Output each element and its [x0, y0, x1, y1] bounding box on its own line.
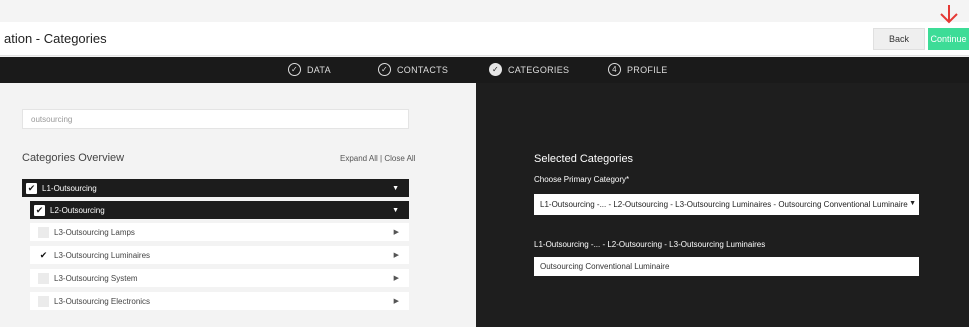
checkbox-icon[interactable] [38, 272, 49, 284]
tree-row-label: L1-Outsourcing [42, 183, 97, 193]
dropdown-caret-icon: ▼ [909, 200, 916, 207]
tree-row-label: L2-Outsourcing [50, 205, 105, 215]
checkbox-checked-icon[interactable]: ✔ [34, 204, 45, 216]
continue-button[interactable]: Continue [928, 28, 969, 50]
wizard-steps: ✓ DATA ✓ CONTACTS ✓ CATEGORIES 4 PROFILE [0, 57, 969, 83]
step-profile[interactable]: 4 PROFILE [608, 63, 668, 76]
categories-overview-title: Categories Overview [22, 152, 125, 164]
checkmark-icon[interactable]: ✔ [38, 250, 49, 261]
primary-category-value: L1-Outsourcing -... - L2-Outsourcing - L… [540, 200, 908, 209]
check-circle-filled-icon: ✓ [489, 63, 502, 76]
tree-row-l3[interactable]: L3-Outsourcing System ▶ [30, 269, 409, 287]
check-circle-icon: ✓ [378, 63, 391, 76]
tree-row-l1[interactable]: ✔ L1-Outsourcing ▼ [22, 179, 409, 197]
step-label: DATA [307, 64, 331, 75]
category-search-input[interactable] [22, 109, 409, 129]
step-label: PROFILE [627, 64, 668, 75]
tree-row-label: L3-Outsourcing Lamps [54, 227, 135, 237]
tree-row-label: L3-Outsourcing Electronics [54, 296, 151, 306]
selected-category-field[interactable]: Outsourcing Conventional Luminaire [534, 257, 919, 276]
red-arrow-annotation-icon [940, 5, 958, 24]
step-label: CATEGORIES [508, 64, 570, 75]
tree-row-label: L3-Outsourcing Luminaires [54, 250, 151, 260]
step-contacts[interactable]: ✓ CONTACTS [378, 63, 448, 76]
step-label: CONTACTS [397, 64, 449, 75]
top-strip [0, 0, 969, 22]
checkbox-icon[interactable] [38, 295, 49, 307]
back-button[interactable]: Back [873, 28, 925, 50]
tree-row-l3[interactable]: L3-Outsourcing Lamps ▶ [30, 223, 409, 241]
step-categories[interactable]: ✓ CATEGORIES [489, 63, 569, 76]
tree-row-l3[interactable]: ✔ L3-Outsourcing Luminaires ▶ [30, 246, 409, 264]
selected-categories-panel: Selected Categories Choose Primary Categ… [476, 83, 969, 327]
step-data[interactable]: ✓ DATA [288, 63, 331, 76]
selected-categories-title: Selected Categories [534, 153, 634, 165]
tree-row-label: L3-Outsourcing System [54, 273, 138, 283]
page-header: ation - Categories Back Continue [0, 22, 969, 56]
check-circle-icon: ✓ [288, 63, 301, 76]
tree-row-l3[interactable]: L3-Outsourcing Electronics ▶ [30, 292, 409, 310]
page-title: ation - Categories [4, 31, 107, 46]
checkbox-icon[interactable] [38, 226, 49, 238]
caret-right-icon[interactable]: ▶ [394, 274, 399, 282]
checkbox-checked-icon[interactable]: ✔ [26, 182, 37, 194]
category-path-label: L1-Outsourcing -... - L2-Outsourcing - L… [534, 240, 766, 249]
tree-row-l2[interactable]: ✔ L2-Outsourcing ▼ [30, 201, 409, 219]
number-circle-icon: 4 [608, 63, 621, 76]
caret-right-icon[interactable]: ▶ [394, 251, 399, 259]
caret-down-icon[interactable]: ▼ [392, 185, 399, 192]
caret-down-icon[interactable]: ▼ [392, 207, 399, 214]
expand-close-links: Expand All | Close All [340, 154, 415, 163]
caret-right-icon[interactable]: ▶ [394, 228, 399, 236]
close-all-link[interactable]: Close All [384, 154, 415, 163]
categories-left-panel: Categories Overview Expand All | Close A… [0, 83, 476, 327]
caret-right-icon[interactable]: ▶ [394, 297, 399, 305]
expand-all-link[interactable]: Expand All [340, 154, 378, 163]
primary-category-select[interactable]: L1-Outsourcing -... - L2-Outsourcing - L… [534, 194, 919, 215]
primary-category-label: Choose Primary Category* [534, 175, 630, 184]
